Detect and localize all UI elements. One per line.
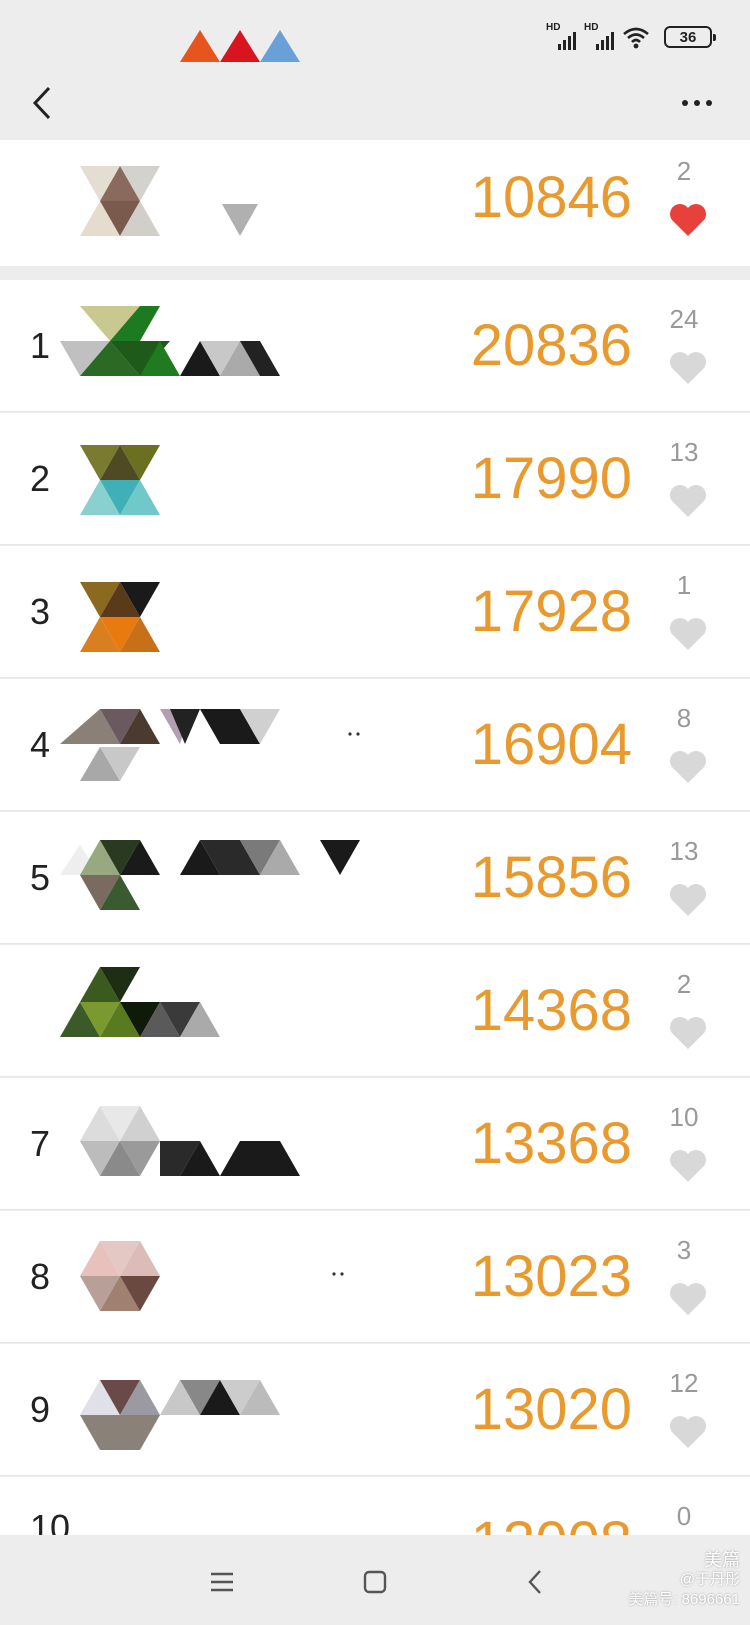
- leaderboard-row[interactable]: 7 13368 10: [0, 1078, 750, 1210]
- my-like-count: 2: [676, 156, 692, 186]
- home-square-icon: [363, 1570, 387, 1594]
- menu-icon: [211, 1572, 233, 1592]
- leaderboard-row[interactable]: 2 17990 13: [0, 413, 750, 545]
- avatar[interactable]: [80, 582, 160, 652]
- like-count: 0: [676, 1501, 692, 1531]
- battery-level: 36: [679, 28, 697, 46]
- heart-icon[interactable]: [668, 202, 708, 238]
- rank-number: 9: [30, 1388, 51, 1430]
- status-icons: HD HD 36: [546, 22, 716, 52]
- step-count: 17928: [470, 579, 632, 644]
- avatar[interactable]: [80, 166, 160, 236]
- avatar[interactable]: [60, 840, 370, 910]
- step-count: 17990: [470, 446, 632, 511]
- avatar[interactable]: [60, 306, 280, 376]
- heart-icon[interactable]: [668, 1281, 708, 1317]
- heart-icon[interactable]: [668, 350, 708, 386]
- leaderboard-row[interactable]: 3 17928 1: [0, 546, 750, 678]
- battery-indicator: 36: [664, 26, 716, 48]
- system-back-button[interactable]: [510, 1557, 560, 1607]
- step-count: 13020: [470, 1377, 632, 1442]
- avatar[interactable]: [80, 445, 160, 515]
- like-count: 12: [669, 1368, 699, 1398]
- name-ellipsis: [348, 732, 360, 736]
- leaderboard-row[interactable]: 8 13023 3: [0, 1211, 750, 1343]
- step-count: 14368: [470, 978, 632, 1043]
- leaderboard-row[interactable]: 9 13020 12: [0, 1344, 750, 1476]
- watermark-brand: 美篇: [704, 1550, 740, 1570]
- signal-icon: HD: [546, 22, 576, 50]
- my-ranking-row[interactable]: 10846 2: [0, 140, 750, 266]
- like-count: 8: [676, 703, 692, 733]
- rank-number: 8: [30, 1255, 51, 1297]
- avatar[interactable]: [60, 967, 230, 1037]
- rank-number: 1: [30, 324, 51, 366]
- signal-icon: HD: [584, 22, 614, 50]
- like-count: 13: [669, 437, 699, 467]
- status-bar: HD HD 36: [0, 0, 750, 70]
- like-count: 10: [669, 1102, 699, 1132]
- step-count: 15856: [470, 845, 632, 910]
- step-count: 16904: [470, 712, 632, 777]
- heart-icon[interactable]: [668, 483, 708, 519]
- like-count: 24: [669, 304, 699, 334]
- leaderboard-row[interactable]: 5 15856 13: [0, 812, 750, 944]
- more-dots-icon: [682, 100, 688, 106]
- avatar[interactable]: [60, 709, 280, 781]
- step-count: 13023: [470, 1244, 632, 1309]
- step-count: 20836: [470, 313, 632, 378]
- app-logo-icon: [180, 30, 300, 62]
- back-triangle-icon: [528, 1570, 541, 1594]
- heart-icon[interactable]: [668, 1414, 708, 1450]
- leaderboard-row[interactable]: 1 20836 24: [0, 280, 750, 412]
- avatar[interactable]: [80, 1241, 160, 1311]
- like-count: 1: [676, 570, 692, 600]
- heart-icon[interactable]: [668, 1015, 708, 1051]
- like-count: 3: [676, 1235, 692, 1265]
- chevron-left-icon: [32, 86, 51, 120]
- watermark: 美篇 @于丹彤 美篇号: 8696661: [628, 1550, 740, 1610]
- heart-icon[interactable]: [668, 882, 708, 918]
- rank-number: 3: [30, 590, 51, 632]
- my-steps: 10846: [470, 165, 632, 230]
- like-count: 13: [669, 836, 699, 866]
- avatar[interactable]: [80, 1380, 280, 1450]
- avatar[interactable]: [80, 1106, 310, 1176]
- like-count: 2: [676, 969, 692, 999]
- watermark-author: @于丹彤: [679, 1571, 740, 1588]
- wifi-icon: [623, 27, 649, 49]
- heart-icon[interactable]: [668, 616, 708, 652]
- watermark-id: 美篇号: 8696661: [628, 1591, 740, 1608]
- step-count: 13368: [470, 1111, 632, 1176]
- rank-number: 2: [30, 457, 51, 499]
- leaderboard-row[interactable]: 4 16904 8: [0, 679, 750, 811]
- user-name: [222, 204, 258, 236]
- rank-number: 4: [30, 723, 51, 765]
- more-options-button[interactable]: [672, 78, 722, 128]
- back-button[interactable]: [22, 78, 62, 128]
- leaderboard-row[interactable]: 14368 2: [0, 945, 750, 1077]
- menu-button[interactable]: [197, 1557, 247, 1607]
- home-button[interactable]: [350, 1557, 400, 1607]
- heart-icon[interactable]: [668, 749, 708, 785]
- heart-icon[interactable]: [668, 1148, 708, 1184]
- name-ellipsis: [332, 1272, 344, 1276]
- navigation-bar: [0, 70, 750, 140]
- rank-number: 5: [30, 856, 51, 898]
- rank-number: 7: [30, 1122, 51, 1164]
